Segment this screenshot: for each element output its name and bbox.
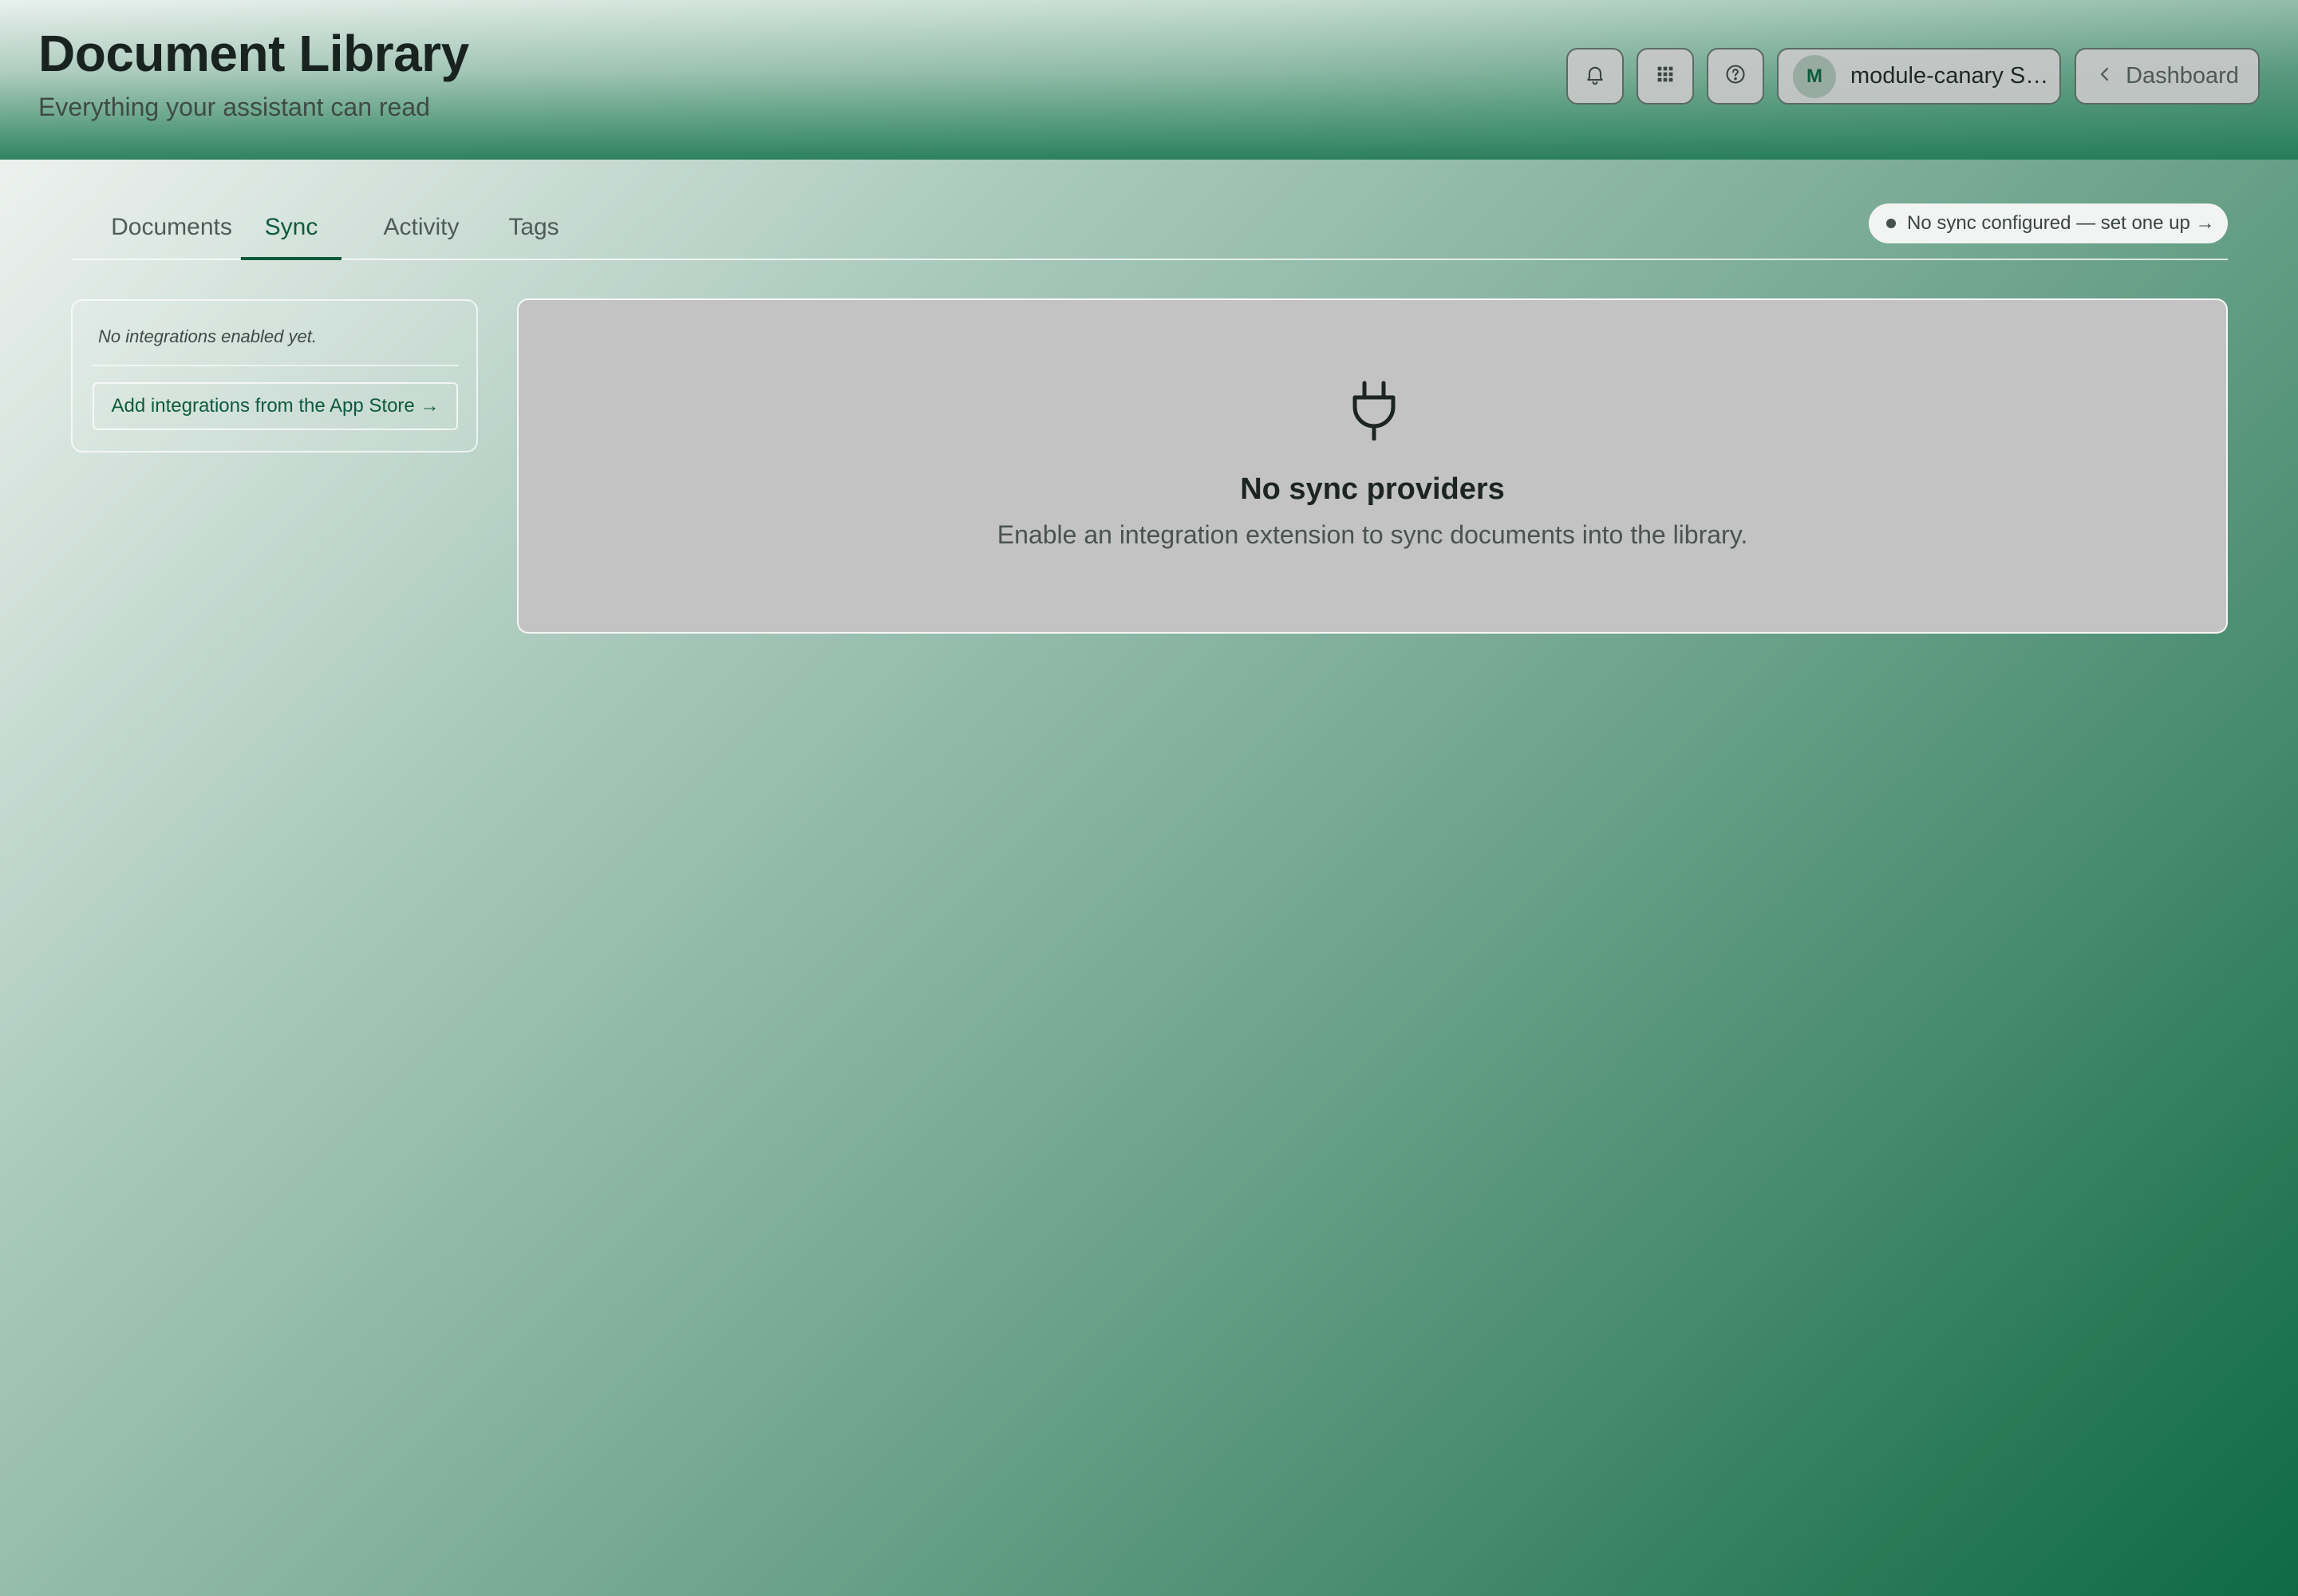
tab-documents[interactable]: Documents — [96, 204, 247, 260]
empty-state-title: No sync providers — [1240, 472, 1505, 506]
help-icon — [1724, 63, 1747, 89]
empty-state-card: No sync providers Enable an integration … — [517, 298, 2228, 634]
dashboard-label: Dashboard — [2126, 63, 2239, 89]
grid-icon — [1654, 63, 1676, 89]
tab-activity[interactable]: Activity — [362, 204, 480, 260]
status-dot — [1886, 219, 1896, 228]
notifications-button[interactable] — [1566, 48, 1624, 105]
account-switcher[interactable]: M module-canary S… — [1777, 48, 2061, 105]
dashboard-back-button[interactable]: Dashboard — [2075, 48, 2260, 105]
sync-status-badge[interactable]: No sync configured — set one up → — [1869, 203, 2228, 243]
account-name: module-canary S… — [1850, 63, 2049, 89]
help-button[interactable] — [1707, 48, 1764, 105]
tab-tags[interactable]: Tags — [493, 204, 574, 260]
integrations-panel: No integrations enabled yet. Add integra… — [71, 299, 478, 452]
empty-state-description: Enable an integration extension to sync … — [997, 520, 1748, 549]
divider — [92, 365, 459, 366]
chevron-left-icon — [2095, 65, 2114, 88]
bell-icon — [1584, 63, 1606, 89]
apps-button[interactable] — [1637, 48, 1694, 105]
page-title: Document Library — [38, 25, 469, 82]
page-subtitle: Everything your assistant can read — [38, 93, 430, 121]
tab-sync[interactable]: Sync — [241, 204, 342, 260]
plug-icon — [1348, 380, 1400, 441]
app-store-link[interactable]: Add integrations from the App Store → — [93, 382, 458, 430]
avatar: M — [1793, 54, 1836, 98]
app-header: Document Library Everything your assista… — [0, 0, 2298, 160]
integrations-empty-text: No integrations enabled yet. — [98, 326, 317, 346]
sync-status-text: No sync configured — set one up → — [1907, 212, 2215, 234]
